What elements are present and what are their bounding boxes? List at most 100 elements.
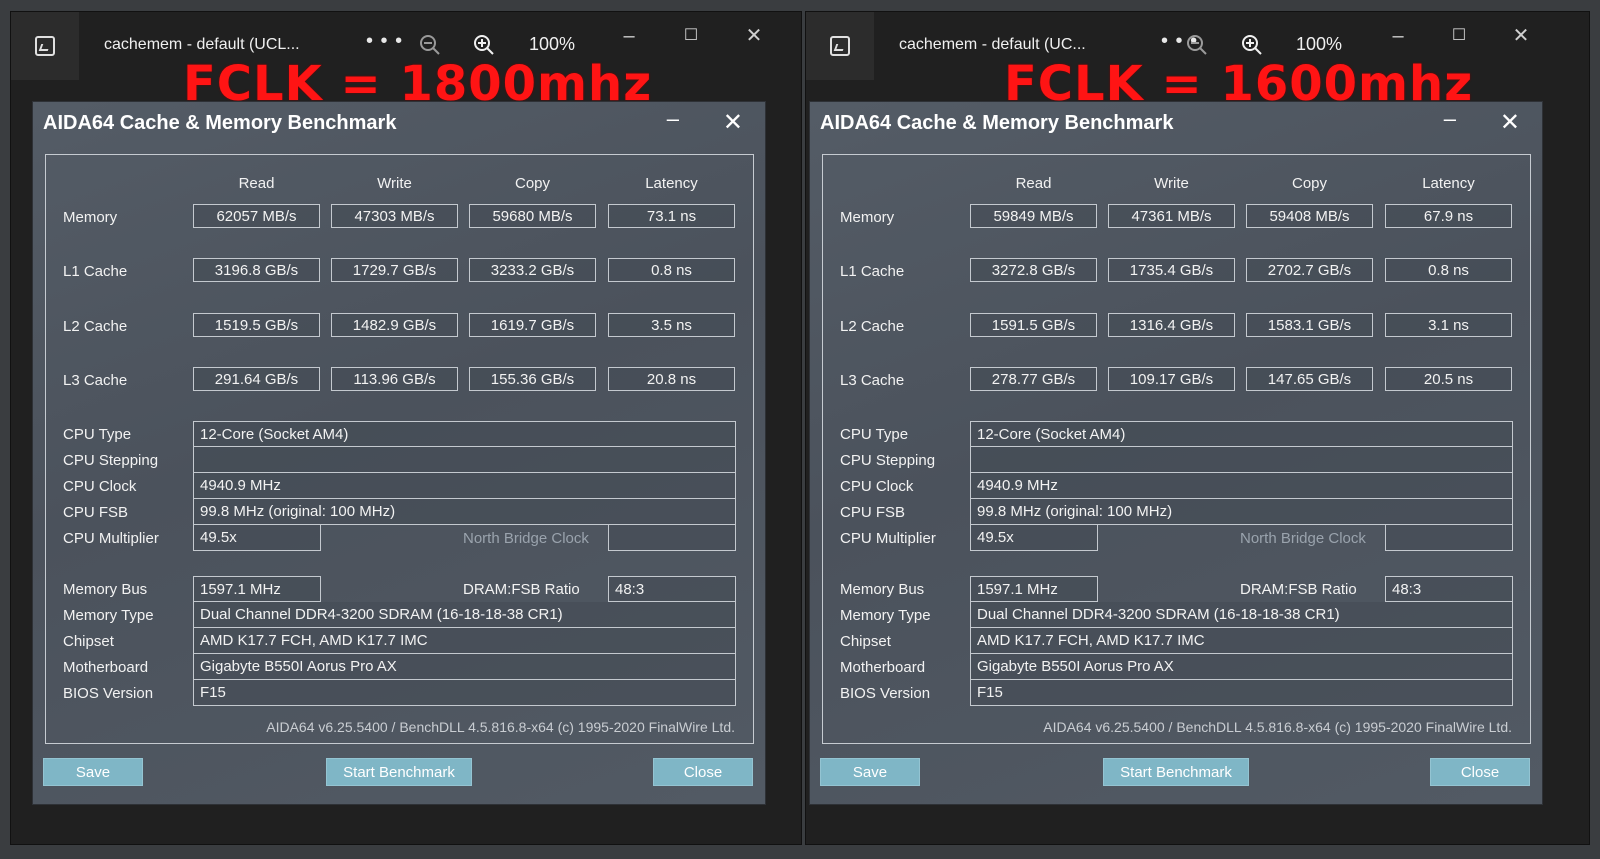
memory-bus-value: 1597.1 MHz	[970, 576, 1098, 602]
l2-write: 1482.9 GB/s	[331, 313, 458, 337]
zoom-out-icon[interactable]	[419, 34, 441, 56]
l3-copy: 147.65 GB/s	[1246, 367, 1373, 391]
minimize-icon[interactable]: –	[619, 26, 639, 46]
dialog-title: AIDA64 Cache & Memory Benchmark	[43, 112, 397, 134]
l3-copy: 155.36 GB/s	[469, 367, 596, 391]
chipset-label: Chipset	[840, 633, 891, 650]
cpu-multiplier-value: 49.5x	[970, 525, 1098, 551]
photo-viewer-window-1600: cachemem - default (UC... • • • 100% – ☐…	[806, 12, 1589, 844]
memory-write: 47361 MB/s	[1108, 204, 1235, 228]
maximize-icon[interactable]: ☐	[681, 26, 701, 46]
benchmark-panel: Read Write Copy Latency Memory 59849 MB/…	[822, 154, 1531, 744]
north-bridge-value	[608, 525, 736, 551]
bios-value: F15	[193, 680, 736, 706]
close-button[interactable]: Close	[653, 758, 753, 786]
bios-label: BIOS Version	[840, 685, 931, 702]
l3-read: 278.77 GB/s	[970, 367, 1097, 391]
zoom-out-icon[interactable]	[1186, 34, 1208, 56]
benchmark-panel: Read Write Copy Latency Memory 62057 MB/…	[45, 154, 754, 744]
cpu-stepping-label: CPU Stepping	[840, 452, 936, 469]
l3-write: 109.17 GB/s	[1108, 367, 1235, 391]
memory-type-label: Memory Type	[63, 607, 154, 624]
minimize-icon[interactable]: –	[1388, 26, 1408, 46]
cpu-multiplier-label: CPU Multiplier	[840, 530, 936, 547]
photos-app-icon	[830, 36, 850, 56]
header-latency: Latency	[645, 175, 698, 192]
north-bridge-value	[1385, 525, 1513, 551]
close-icon[interactable]: ✕	[744, 26, 764, 46]
more-options-button[interactable]: • • •	[366, 30, 403, 53]
row-label-memory: Memory	[840, 209, 895, 226]
cpu-stepping-label: CPU Stepping	[63, 452, 159, 469]
l2-copy: 1619.7 GB/s	[469, 313, 596, 337]
l2-copy: 1583.1 GB/s	[1246, 313, 1373, 337]
memory-bus-value: 1597.1 MHz	[193, 576, 321, 602]
header-latency: Latency	[1422, 175, 1475, 192]
cpu-type-label: CPU Type	[840, 426, 909, 443]
start-benchmark-button[interactable]: Start Benchmark	[326, 758, 472, 786]
dialog-minimize-icon[interactable]: –	[667, 106, 679, 132]
l2-read: 1591.5 GB/s	[970, 313, 1097, 337]
l3-write: 113.96 GB/s	[331, 367, 458, 391]
memory-type-value: Dual Channel DDR4-3200 SDRAM (16-18-18-3…	[193, 602, 736, 628]
zoom-level: 100%	[1296, 34, 1343, 54]
l1-copy: 3233.2 GB/s	[469, 258, 596, 282]
header-write: Write	[1154, 175, 1189, 192]
north-bridge-label: North Bridge Clock	[463, 530, 589, 547]
save-button[interactable]: Save	[820, 758, 920, 786]
cpu-multiplier-value: 49.5x	[193, 525, 321, 551]
version-footer: AIDA64 v6.25.5400 / BenchDLL 4.5.816.8-x…	[266, 719, 735, 735]
memory-type-label: Memory Type	[840, 607, 931, 624]
save-button[interactable]: Save	[43, 758, 143, 786]
start-benchmark-button[interactable]: Start Benchmark	[1103, 758, 1249, 786]
l1-latency: 0.8 ns	[1385, 258, 1512, 282]
photos-app-icon	[35, 36, 55, 56]
dram-fsb-value: 48:3	[608, 576, 736, 602]
cpu-clock-value: 4940.9 MHz	[970, 473, 1513, 499]
memory-bus-label: Memory Bus	[63, 581, 148, 598]
l3-latency: 20.5 ns	[1385, 367, 1512, 391]
header-read: Read	[1015, 175, 1052, 192]
close-button[interactable]: Close	[1430, 758, 1530, 786]
memory-write: 47303 MB/s	[331, 204, 458, 228]
l1-read: 3272.8 GB/s	[970, 258, 1097, 282]
bios-value: F15	[970, 680, 1513, 706]
header-write: Write	[377, 175, 412, 192]
dialog-close-icon[interactable]: ✕	[723, 108, 743, 137]
chipset-value: AMD K17.7 FCH, AMD K17.7 IMC	[970, 628, 1513, 654]
row-label-l1: L1 Cache	[840, 263, 905, 280]
row-label-memory: Memory	[63, 209, 118, 226]
aida64-dialog: AIDA64 Cache & Memory Benchmark – ✕ Read…	[33, 102, 765, 804]
close-icon[interactable]: ✕	[1511, 26, 1531, 46]
dialog-minimize-icon[interactable]: –	[1444, 106, 1456, 132]
maximize-icon[interactable]: ☐	[1449, 26, 1469, 46]
memory-read: 59849 MB/s	[970, 204, 1097, 228]
header-copy: Copy	[514, 175, 551, 192]
chipset-value: AMD K17.7 FCH, AMD K17.7 IMC	[193, 628, 736, 654]
memory-copy: 59680 MB/s	[469, 204, 596, 228]
zoom-in-icon[interactable]	[473, 34, 495, 56]
memory-bus-label: Memory Bus	[840, 581, 925, 598]
l2-read: 1519.5 GB/s	[193, 313, 320, 337]
memory-type-value: Dual Channel DDR4-3200 SDRAM (16-18-18-3…	[970, 602, 1513, 628]
photos-app-icon-button[interactable]	[11, 12, 79, 80]
photo-viewer-window-1800: cachemem - default (UCL... • • • 100% – …	[11, 12, 801, 844]
dram-fsb-label: DRAM:FSB Ratio	[463, 581, 580, 598]
row-label-l1: L1 Cache	[63, 263, 128, 280]
memory-latency: 73.1 ns	[608, 204, 735, 228]
dram-fsb-value: 48:3	[1385, 576, 1513, 602]
row-label-l2: L2 Cache	[840, 318, 905, 335]
photos-app-icon-button[interactable]	[806, 12, 874, 80]
l1-write: 1735.4 GB/s	[1108, 258, 1235, 282]
cpu-fsb-label: CPU FSB	[63, 504, 129, 521]
memory-copy: 59408 MB/s	[1246, 204, 1373, 228]
cpu-type-value: 12-Core (Socket AM4)	[193, 421, 736, 447]
dialog-close-icon[interactable]: ✕	[1500, 108, 1520, 137]
dram-fsb-label: DRAM:FSB Ratio	[1240, 581, 1357, 598]
motherboard-label: Motherboard	[63, 659, 149, 676]
l3-latency: 20.8 ns	[608, 367, 735, 391]
l2-latency: 3.1 ns	[1385, 313, 1512, 337]
l2-write: 1316.4 GB/s	[1108, 313, 1235, 337]
viewer-file-title: cachemem - default (UC...	[899, 36, 1086, 53]
zoom-in-icon[interactable]	[1241, 34, 1263, 56]
